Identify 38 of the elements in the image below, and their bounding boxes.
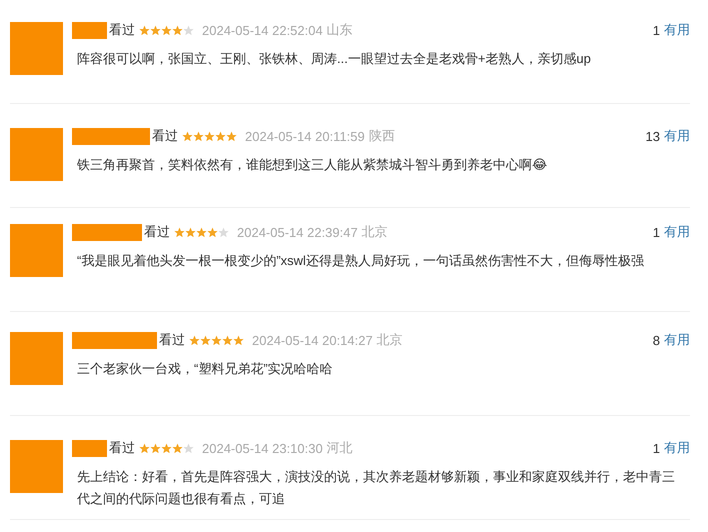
- review-text: 先上结论：好看，首先是阵容强大，演技没的说，其次养老题材够新颖，事业和家庭双线并行，老中青三代之间的代际问题也很有看点，可追: [76, 468, 676, 508]
- watched-label: 看过: [152, 127, 178, 145]
- useful-link[interactable]: 有用: [664, 127, 690, 145]
- useful-link[interactable]: 有用: [664, 331, 690, 349]
- review-location: 陕西: [368, 127, 395, 145]
- watched-label: 看过: [109, 439, 135, 457]
- redacted-avatar: [10, 22, 63, 75]
- watched-label: 看过: [144, 223, 170, 241]
- redacted-avatar: [10, 332, 63, 385]
- review-time: 2024-05-14 23:10:30: [202, 440, 323, 456]
- review-location: 北京: [362, 223, 388, 241]
- review-location: 河北: [326, 439, 353, 457]
- review-location: 山东: [326, 21, 353, 39]
- watched-label: 看过: [109, 21, 135, 39]
- useful-link[interactable]: 有用: [664, 21, 690, 39]
- review-time: 2024-05-14 20:11:59: [245, 128, 365, 144]
- redacted-name: [72, 440, 107, 456]
- useful-count: 13: [646, 128, 660, 144]
- review-text: 铁三角再聚首，笑料依然有，谁能想到这三人能从紫禁城斗智斗勇到养老中心啊😂: [76, 156, 548, 174]
- review-text: “我是眼见着他头发一根一根变少的”xswl还得是熟人局好玩，一句话虽然伤害性不大，但侮辱性极强: [76, 252, 645, 270]
- useful-count: 1: [652, 224, 660, 240]
- review-time: 2024-05-14 20:14:27: [252, 332, 373, 348]
- review-time: 2024-05-14 22:52:04: [202, 22, 323, 38]
- redacted-name: [72, 224, 142, 240]
- review-text: 阵容很可以啊，张国立、王刚、张铁林、周涛...一眼望过去全是老戏骨+老熟人，亲切感up: [76, 50, 592, 68]
- review-location: 北京: [376, 331, 403, 349]
- useful-count: 1: [652, 22, 660, 38]
- useful-link[interactable]: 有用: [664, 223, 690, 241]
- redacted-name: [72, 22, 107, 38]
- useful-count: 8: [652, 332, 660, 348]
- review-time: 2024-05-14 22:39:47: [237, 224, 358, 240]
- redacted-avatar: [10, 224, 63, 277]
- redacted-avatar: [10, 128, 63, 181]
- useful-count: 1: [652, 440, 660, 456]
- redacted-avatar: [10, 440, 63, 493]
- watched-label: 看过: [159, 331, 185, 349]
- review-text: 三个老家伙一台戏，“塑料兄弟花”实况哈哈哈: [76, 360, 334, 378]
- useful-link[interactable]: 有用: [664, 439, 690, 457]
